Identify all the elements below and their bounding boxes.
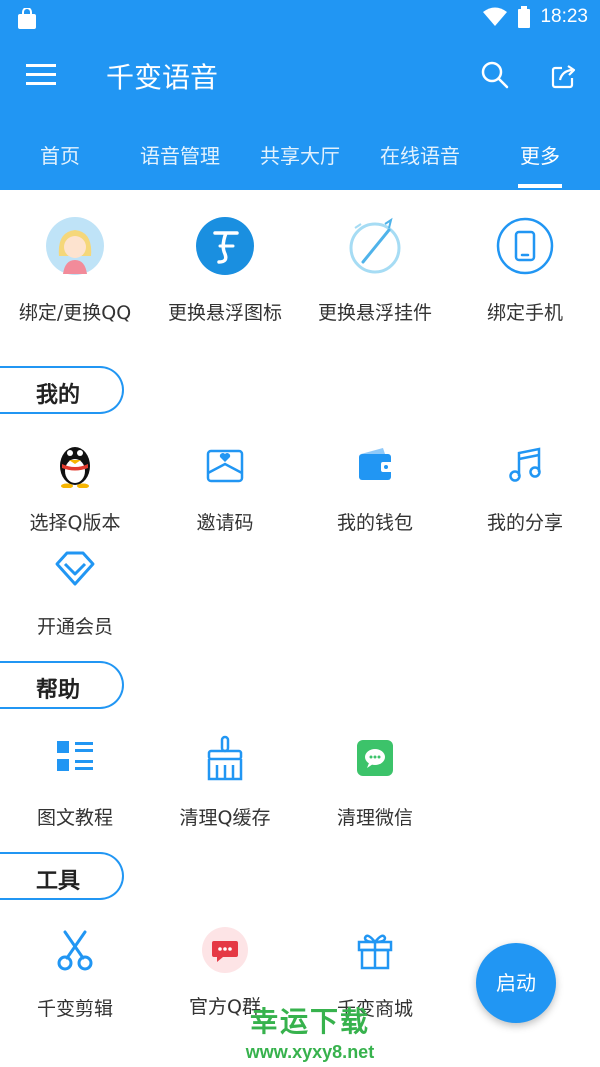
section-mine-header: 我的 (0, 366, 124, 414)
qianbian-editor-item[interactable]: 千变剪辑 (0, 926, 150, 1021)
pendant-icon (349, 217, 401, 274)
my-share-label: 我的分享 (486, 512, 563, 534)
clear-q-cache-item[interactable]: 清理Q缓存 (150, 735, 300, 830)
watermark-title: 幸运下载 (249, 1005, 370, 1038)
section-tools-title: 工具 (36, 869, 81, 894)
invite-code-label: 邀请码 (196, 512, 254, 534)
my-share-item[interactable]: 我的分享 (450, 440, 600, 535)
qq-penguin-icon (60, 447, 90, 488)
bind-qq-label: 绑定/更换QQ (18, 302, 132, 324)
bind-qq-item[interactable]: 绑定/更换QQ (0, 216, 150, 325)
music-note-icon (509, 447, 541, 482)
launch-button[interactable]: 启动 (476, 943, 556, 1023)
broom-icon (207, 735, 243, 781)
my-wallet-item[interactable]: 我的钱包 (300, 440, 450, 535)
bind-phone-item[interactable]: 绑定手机 (450, 216, 600, 325)
tab-home[interactable]: 首页 (0, 140, 120, 169)
tab-share-hall[interactable]: 共享大厅 (240, 140, 360, 169)
open-membership-label: 开通会员 (36, 616, 113, 638)
bind-phone-label: 绑定手机 (486, 302, 563, 324)
invite-code-item[interactable]: 邀请码 (150, 440, 300, 535)
menu-icon[interactable] (26, 62, 56, 86)
status-time: 18:23 (540, 6, 588, 27)
select-q-version-item[interactable]: 选择Q版本 (0, 440, 150, 535)
tab-online-voice[interactable]: 在线语音 (360, 140, 480, 169)
tab-indicator (518, 184, 562, 188)
chat-bubble-icon (202, 927, 248, 973)
app-title: 千变语音 (106, 61, 219, 94)
select-q-version-label: 选择Q版本 (29, 512, 121, 534)
wechat-icon (357, 740, 393, 776)
tab-bar: 首页 语音管理 共享大厅 在线语音 更多 (0, 114, 600, 190)
change-float-pendant-item[interactable]: 更换悬浮挂件 (300, 216, 450, 325)
section-mine-title: 我的 (36, 383, 81, 408)
my-wallet-label: 我的钱包 (336, 512, 413, 534)
watermark-url: www.xyxy8.net (245, 1042, 375, 1062)
battery-icon (518, 6, 531, 28)
clear-wechat-label: 清理微信 (336, 807, 413, 829)
tab-voice-management[interactable]: 语音管理 (120, 140, 240, 169)
phone-icon (496, 217, 554, 275)
tutorial-item[interactable]: 图文教程 (0, 735, 150, 830)
section-tools-header: 工具 (0, 852, 124, 900)
shopping-bag-icon (18, 8, 36, 29)
float-logo-icon (196, 217, 254, 275)
change-float-icon-label: 更换悬浮图标 (167, 302, 282, 324)
section-help-header: 帮助 (0, 661, 124, 709)
change-float-icon-item[interactable]: 更换悬浮图标 (150, 216, 300, 325)
wallet-icon (359, 448, 393, 480)
qianbian-editor-label: 千变剪辑 (36, 998, 113, 1020)
tutorial-label: 图文教程 (36, 807, 113, 829)
avatar-icon (46, 217, 104, 275)
scissors-icon (57, 930, 93, 971)
open-membership-item[interactable]: 开通会员 (0, 544, 150, 639)
app-bar: 千变语音 (0, 38, 600, 114)
search-icon[interactable] (480, 60, 510, 90)
gift-icon (357, 934, 393, 970)
tab-more[interactable]: 更多 (480, 140, 600, 169)
section-help-title: 帮助 (36, 678, 81, 703)
change-float-pendant-label: 更换悬浮挂件 (317, 302, 432, 324)
list-icon (57, 741, 93, 771)
invite-envelope-icon (206, 449, 244, 483)
diamond-icon (55, 551, 95, 586)
clear-wechat-item[interactable]: 清理微信 (300, 735, 450, 830)
watermark: 幸运下载 www.xyxy8.net (210, 1000, 410, 1063)
status-bar: 18:23 (0, 0, 600, 38)
wifi-icon (483, 7, 508, 26)
clear-q-cache-label: 清理Q缓存 (179, 807, 271, 829)
share-icon[interactable] (550, 62, 578, 90)
